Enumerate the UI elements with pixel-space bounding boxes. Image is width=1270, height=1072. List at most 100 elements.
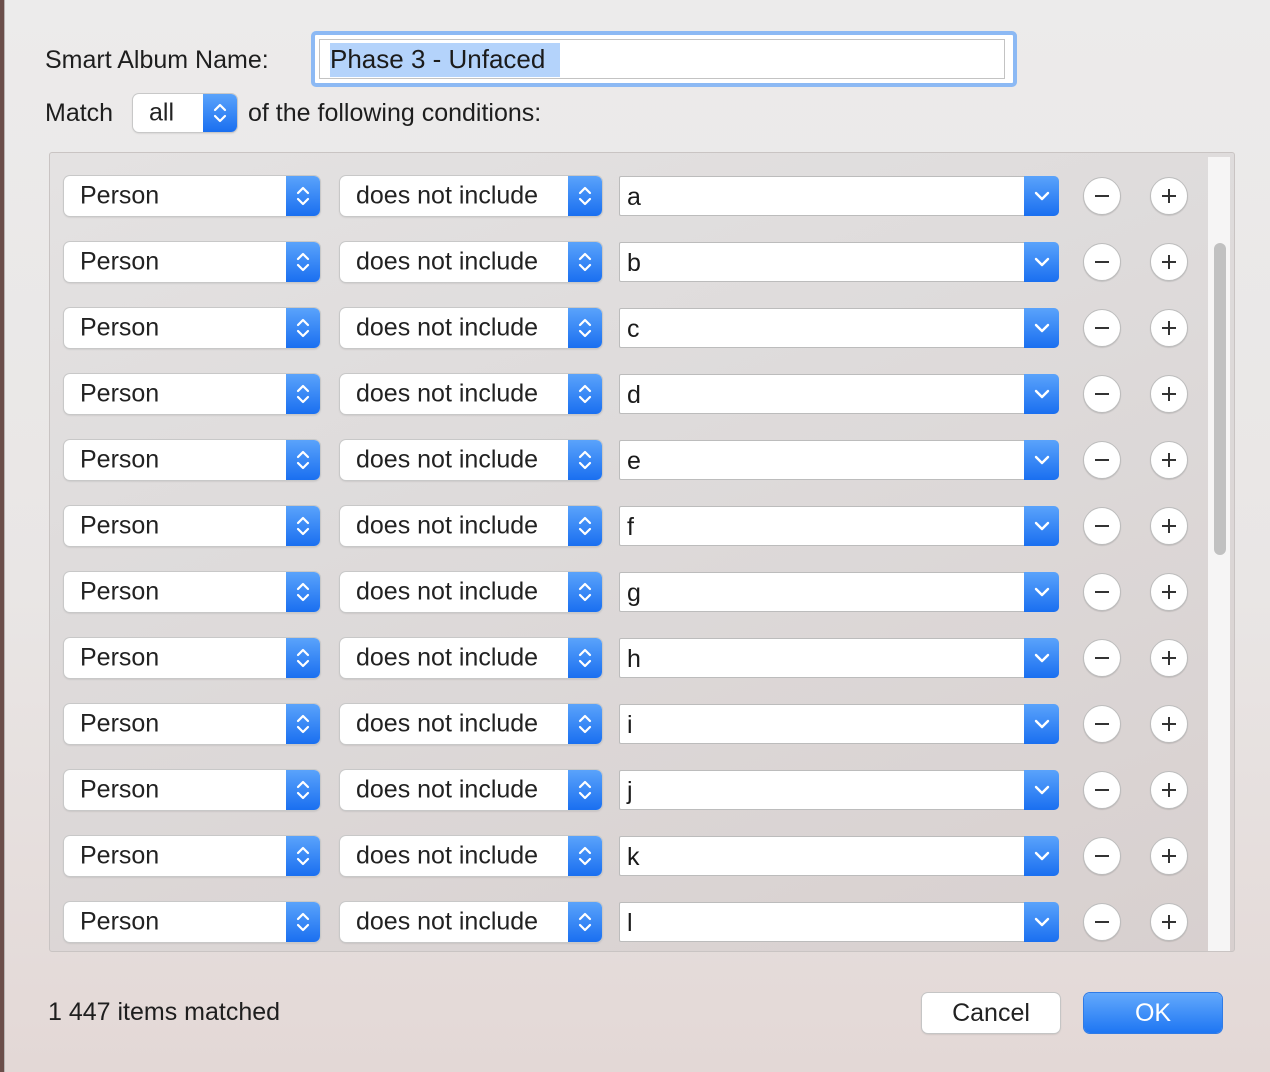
up-down-chevron-icon [568, 572, 602, 612]
chevron-down-icon[interactable] [1024, 836, 1059, 876]
rule-row: Person does not include b [50, 242, 1210, 282]
rule-value-combobox[interactable]: i [619, 704, 1059, 744]
rule-value-text[interactable]: i [627, 711, 633, 740]
rule-value-combobox[interactable]: a [619, 176, 1059, 216]
rule-field-value: Person [80, 709, 160, 738]
ok-button[interactable]: OK [1084, 993, 1222, 1033]
rule-value-combobox[interactable]: e [619, 440, 1059, 480]
add-rule-button[interactable] [1150, 639, 1188, 677]
rule-value-combobox[interactable]: j [619, 770, 1059, 810]
remove-rule-button[interactable] [1083, 903, 1121, 941]
rule-operator-popup[interactable]: does not include [340, 506, 602, 546]
rule-operator-popup[interactable]: does not include [340, 704, 602, 744]
rule-value-combobox[interactable]: h [619, 638, 1059, 678]
rule-value-text[interactable]: h [627, 645, 641, 674]
rule-value-text[interactable]: g [627, 579, 641, 608]
remove-rule-button[interactable] [1083, 441, 1121, 479]
album-name-input[interactable] [319, 39, 1005, 79]
add-rule-button[interactable] [1150, 177, 1188, 215]
remove-rule-button[interactable] [1083, 837, 1121, 875]
add-rule-button[interactable] [1150, 309, 1188, 347]
chevron-down-icon[interactable] [1024, 902, 1059, 942]
remove-rule-button[interactable] [1083, 639, 1121, 677]
rule-field-popup[interactable]: Person [64, 902, 320, 942]
up-down-chevron-icon [568, 374, 602, 414]
rule-operator-popup[interactable]: does not include [340, 176, 602, 216]
rule-field-popup[interactable]: Person [64, 506, 320, 546]
rule-operator-popup[interactable]: does not include [340, 638, 602, 678]
chevron-down-icon[interactable] [1024, 638, 1059, 678]
rule-value-text[interactable]: k [627, 843, 640, 872]
rule-value-text[interactable]: a [627, 183, 641, 212]
rule-value-combobox[interactable]: b [619, 242, 1059, 282]
chevron-down-icon[interactable] [1024, 308, 1059, 348]
chevron-down-icon[interactable] [1024, 572, 1059, 612]
rule-value-text[interactable]: c [627, 315, 640, 344]
rule-value-text[interactable]: j [627, 777, 633, 806]
chevron-down-icon[interactable] [1024, 176, 1059, 216]
add-rule-button[interactable] [1150, 903, 1188, 941]
rule-value-combobox[interactable]: g [619, 572, 1059, 612]
rule-field-popup[interactable]: Person [64, 440, 320, 480]
scrollbar-thumb[interactable] [1214, 243, 1226, 555]
rule-value-combobox[interactable]: l [619, 902, 1059, 942]
rule-operator-popup[interactable]: does not include [340, 836, 602, 876]
rule-value-combobox[interactable]: c [619, 308, 1059, 348]
rule-field-popup[interactable]: Person [64, 308, 320, 348]
rule-field-value: Person [80, 511, 160, 540]
rule-operator-popup[interactable]: does not include [340, 770, 602, 810]
rule-field-popup[interactable]: Person [64, 770, 320, 810]
scrollbar[interactable] [1208, 157, 1230, 951]
cancel-button[interactable]: Cancel [922, 993, 1060, 1033]
rule-value-combobox[interactable]: k [619, 836, 1059, 876]
rule-value-combobox[interactable]: d [619, 374, 1059, 414]
rule-field-popup[interactable]: Person [64, 176, 320, 216]
remove-rule-button[interactable] [1083, 573, 1121, 611]
rule-value-text[interactable]: b [627, 249, 641, 278]
rule-operator-popup[interactable]: does not include [340, 308, 602, 348]
rule-field-popup[interactable]: Person [64, 638, 320, 678]
add-rule-button[interactable] [1150, 705, 1188, 743]
remove-rule-button[interactable] [1083, 375, 1121, 413]
rule-value-text[interactable]: e [627, 447, 641, 476]
match-label: Match [45, 99, 114, 127]
add-rule-button[interactable] [1150, 771, 1188, 809]
remove-rule-button[interactable] [1083, 309, 1121, 347]
chevron-down-icon[interactable] [1024, 242, 1059, 282]
remove-rule-button[interactable] [1083, 177, 1121, 215]
chevron-down-icon[interactable] [1024, 770, 1059, 810]
rule-field-value: Person [80, 577, 160, 606]
rule-operator-popup[interactable]: does not include [340, 902, 602, 942]
rule-operator-popup[interactable]: does not include [340, 440, 602, 480]
chevron-down-icon[interactable] [1024, 704, 1059, 744]
rule-operator-popup[interactable]: does not include [340, 242, 602, 282]
match-popup[interactable]: all [133, 94, 237, 132]
add-rule-button[interactable] [1150, 837, 1188, 875]
rule-value-text[interactable]: d [627, 381, 641, 410]
rule-row: Person does not include l [50, 902, 1210, 942]
add-rule-button[interactable] [1150, 573, 1188, 611]
remove-rule-button[interactable] [1083, 705, 1121, 743]
album-name-label: Smart Album Name: [45, 46, 269, 74]
rule-field-popup[interactable]: Person [64, 374, 320, 414]
chevron-down-icon[interactable] [1024, 506, 1059, 546]
rule-field-popup[interactable]: Person [64, 836, 320, 876]
chevron-down-icon[interactable] [1024, 374, 1059, 414]
remove-rule-button[interactable] [1083, 507, 1121, 545]
items-matched-count: 1 447 items matched [48, 998, 281, 1026]
rule-operator-popup[interactable]: does not include [340, 374, 602, 414]
chevron-down-icon[interactable] [1024, 440, 1059, 480]
add-rule-button[interactable] [1150, 243, 1188, 281]
rule-value-text[interactable]: f [627, 513, 634, 542]
rule-value-text[interactable]: l [627, 909, 633, 938]
rule-field-popup[interactable]: Person [64, 572, 320, 612]
add-rule-button[interactable] [1150, 507, 1188, 545]
rule-field-popup[interactable]: Person [64, 242, 320, 282]
rule-value-combobox[interactable]: f [619, 506, 1059, 546]
rule-operator-popup[interactable]: does not include [340, 572, 602, 612]
remove-rule-button[interactable] [1083, 243, 1121, 281]
remove-rule-button[interactable] [1083, 771, 1121, 809]
add-rule-button[interactable] [1150, 441, 1188, 479]
rule-field-popup[interactable]: Person [64, 704, 320, 744]
add-rule-button[interactable] [1150, 375, 1188, 413]
